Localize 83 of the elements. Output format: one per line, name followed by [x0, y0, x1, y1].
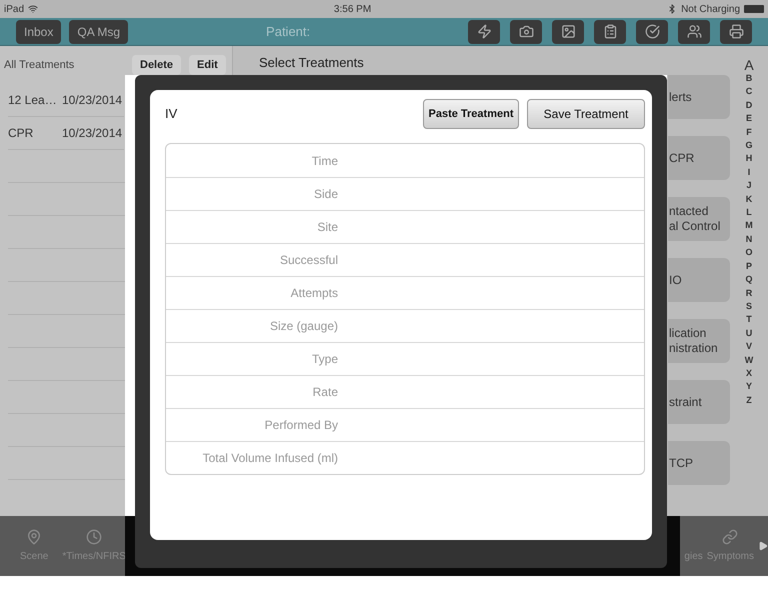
- bluetooth-icon: [667, 4, 678, 14]
- toolbar-button[interactable]: [594, 20, 626, 44]
- index-letter[interactable]: G: [745, 139, 752, 152]
- printer-icon: [728, 24, 744, 39]
- toolbar-button[interactable]: [720, 20, 752, 44]
- battery-icon: [744, 5, 764, 13]
- toolbar-button[interactable]: [678, 20, 710, 44]
- panel-button[interactable]: Delete: [132, 55, 182, 75]
- pin-icon: [26, 528, 42, 544]
- arrow-icon[interactable]: [758, 541, 768, 551]
- nav-button[interactable]: QA Msg: [69, 20, 128, 44]
- index-letter[interactable]: Y: [746, 380, 752, 394]
- field-label: Rate: [312, 384, 338, 401]
- dialog-button[interactable]: Paste Treatment: [423, 99, 519, 129]
- treatment-row[interactable]: 12 Lea… 10/23/2014: [8, 84, 124, 117]
- treatment-button[interactable]: lication nistration: [668, 319, 730, 363]
- section-title: Select Treatments: [259, 54, 364, 69]
- index-letter[interactable]: K: [746, 192, 752, 206]
- index-letter[interactable]: P: [746, 260, 752, 274]
- index-letter[interactable]: Q: [745, 273, 752, 286]
- index-letter[interactable]: H: [746, 152, 752, 166]
- field-label: Attempts: [290, 285, 338, 302]
- treatment-button[interactable]: IO: [668, 258, 730, 302]
- toolbar-button[interactable]: [636, 20, 668, 44]
- clock-icon: [86, 528, 102, 544]
- clock-label: 3:56 PM: [334, 2, 372, 16]
- wifi-icon: [28, 4, 38, 14]
- treatment-name: CPR: [8, 125, 34, 142]
- field-label: Time: [310, 152, 338, 170]
- treatment-button[interactable]: straint: [668, 380, 730, 424]
- field-label: Side: [312, 186, 338, 203]
- index-letter[interactable]: U: [746, 326, 752, 340]
- field-label: Site: [316, 219, 338, 236]
- field-label: Type: [310, 351, 338, 368]
- index-letter[interactable]: J: [746, 179, 752, 193]
- camera-icon: [518, 24, 534, 39]
- index-letter[interactable]: D: [746, 98, 752, 112]
- treatment-row[interactable]: CPR 10/23/2014: [8, 117, 124, 150]
- index-letter[interactable]: W: [744, 354, 754, 367]
- dialog-title: IV: [165, 105, 178, 124]
- index-letter[interactable]: L: [746, 206, 752, 220]
- battery-label: Not Charging: [681, 2, 740, 16]
- toolbar-button[interactable]: [468, 20, 500, 44]
- index-letter[interactable]: M: [745, 219, 753, 233]
- index-letter[interactable]: X: [746, 366, 752, 380]
- people-icon: [686, 24, 702, 39]
- toolbar-button[interactable]: [552, 20, 584, 44]
- index-letter[interactable]: E: [746, 112, 752, 126]
- index-letter[interactable]: B: [746, 72, 752, 86]
- toolbar-button[interactable]: [510, 20, 542, 44]
- index-letter[interactable]: F: [746, 126, 752, 140]
- treatment-button[interactable]: TCP: [668, 441, 730, 485]
- treatment-name: 12 Lea…: [8, 92, 58, 109]
- index-letter[interactable]: R: [746, 286, 752, 300]
- panel-button[interactable]: Edit: [189, 55, 226, 75]
- treatment-button[interactable]: lerts: [668, 75, 730, 119]
- field-label: Performed By: [264, 417, 338, 434]
- checkmark-icon: [644, 24, 660, 39]
- dialog-button[interactable]: Save Treatment: [527, 99, 645, 129]
- treatment-button[interactable]: CPR: [668, 136, 730, 180]
- panel-title: All Treatments: [4, 58, 76, 73]
- index-letter[interactable]: C: [746, 85, 752, 99]
- index-letter[interactable]: S: [746, 300, 752, 314]
- nav-button[interactable]: Inbox: [16, 20, 62, 44]
- index-letter[interactable]: A: [744, 58, 754, 72]
- index-letter[interactable]: V: [746, 340, 752, 354]
- lightning-icon: [476, 24, 492, 39]
- treatment-date: 10/23/2014: [62, 92, 122, 109]
- index-letter[interactable]: Z: [746, 394, 752, 408]
- treatment-button[interactable]: ntacted al Control: [668, 197, 730, 241]
- field-label: Size (gauge): [268, 318, 338, 335]
- index-letter[interactable]: N: [746, 232, 752, 246]
- patient-title: Patient:: [266, 22, 310, 41]
- field-label: Successful: [278, 252, 338, 269]
- index-letter[interactable]: O: [745, 246, 752, 260]
- clipboard-icon: [602, 24, 618, 39]
- field-label: Total Volume Infused (ml): [202, 450, 338, 467]
- carrier-label: iPad: [4, 2, 24, 16]
- treatment-date: 10/23/2014: [62, 125, 122, 142]
- image-icon: [560, 24, 576, 39]
- index-letter[interactable]: T: [746, 313, 752, 327]
- index-letter[interactable]: I: [748, 166, 750, 180]
- link-icon: [722, 528, 738, 544]
